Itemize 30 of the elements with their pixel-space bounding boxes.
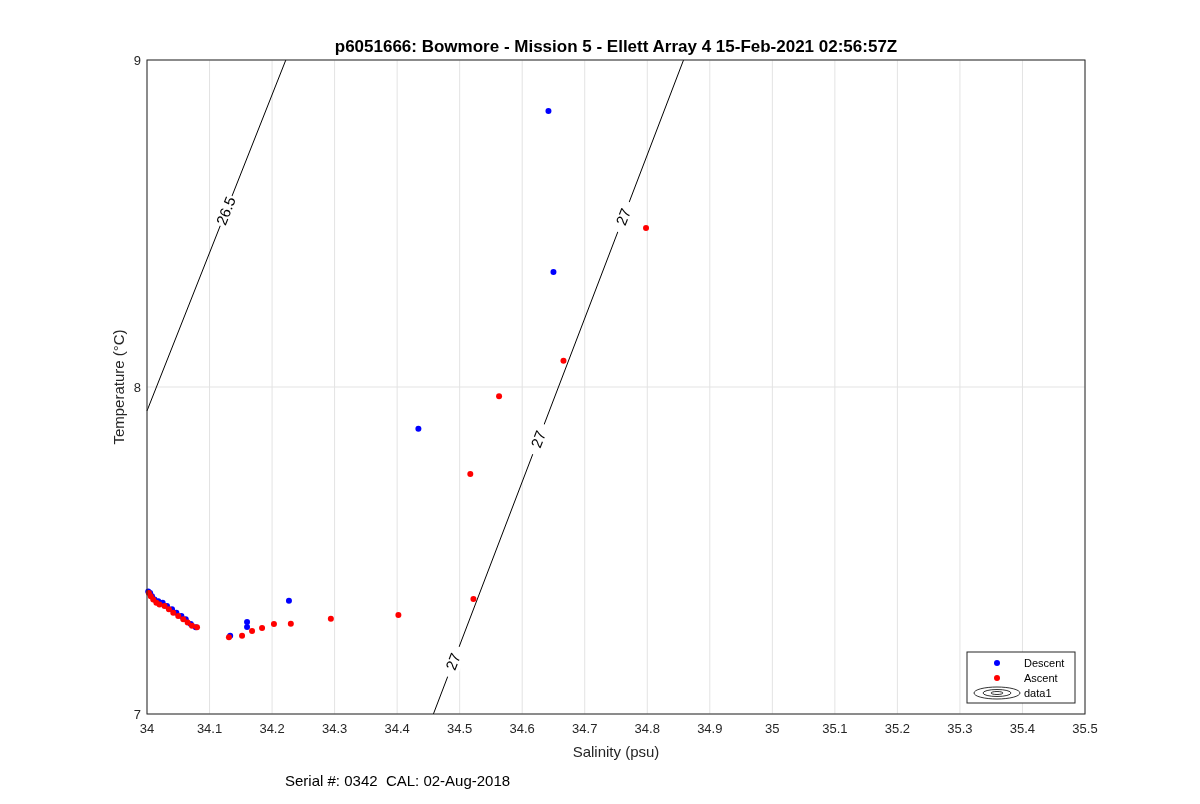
x-axis-label: Salinity (psu) (572, 743, 660, 760)
x-tick-label: 34 (139, 721, 155, 736)
x-tick-label: 34.1 (196, 721, 223, 736)
x-tick-label: 34.2 (259, 721, 285, 736)
x-tick-label: 34.3 (321, 721, 348, 736)
legend-label: data1 (1024, 687, 1052, 699)
legend-label: Descent (1024, 657, 1065, 669)
y-tick-label: 7 (133, 707, 141, 722)
contour-label: 26.5 (212, 194, 239, 228)
x-tick-label: 34.6 (509, 721, 535, 736)
y-tick-label: 9 (133, 53, 141, 68)
x-tick-label: 35 (765, 721, 780, 736)
contour-label: 27 (612, 205, 634, 228)
x-tick-label: 35.5 (1072, 721, 1098, 736)
x-tick-label: 34.7 (572, 721, 598, 736)
x-tick-label: 35.4 (1009, 721, 1036, 736)
x-tick-label: 34.9 (697, 721, 723, 736)
x-tick-label: 34.4 (384, 721, 410, 736)
x-tick-label: 35.3 (947, 721, 973, 736)
y-tick-label: 8 (133, 380, 141, 395)
contour-label: 27 (527, 428, 549, 450)
y-axis-label: Temperature (°C) (110, 329, 127, 445)
legend-label: Ascent (1024, 672, 1058, 684)
chart-title: p6051666: Bowmore - Mission 5 - Ellett Array 4 15-Feb-2021 02:56:57Z (334, 37, 898, 56)
contour-label: 27 (442, 650, 464, 673)
x-tick-label: 34.5 (447, 721, 473, 736)
x-tick-label: 34.8 (634, 721, 660, 736)
x-tick-label: 35.1 (822, 721, 848, 736)
x-tick-label: 35.2 (884, 721, 911, 736)
serial-calibration-text: Serial #: 0342 CAL: 02-Aug-2018 (285, 772, 511, 789)
